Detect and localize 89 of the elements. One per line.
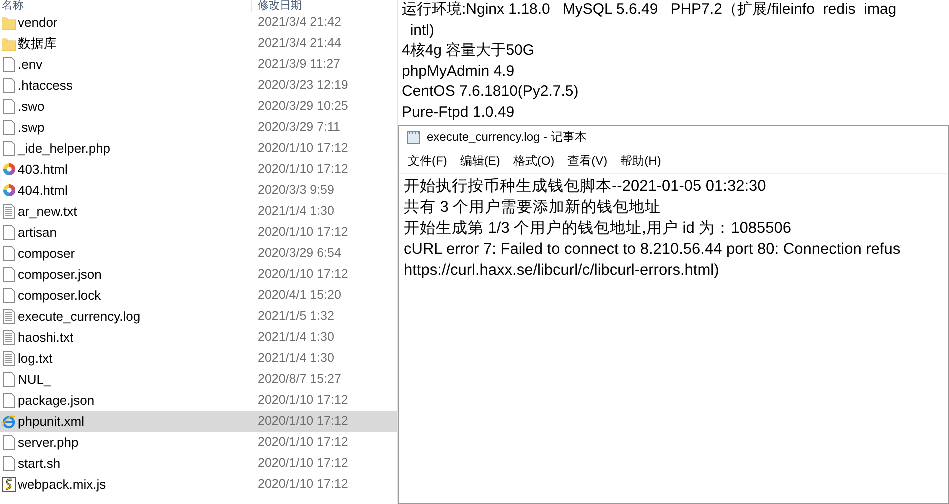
file-icon: [3, 141, 15, 156]
modified-date: 2020/8/7 15:27: [258, 371, 342, 388]
menu-item[interactable]: 格式(O): [508, 152, 560, 170]
modified-date: 2020/4/1 15:20: [258, 287, 342, 304]
modified-date: 2020/1/10 17:12: [258, 140, 348, 158]
file-name: ar_new.txt: [18, 202, 78, 221]
menu-item[interactable]: 文件(F): [403, 152, 452, 170]
file-row[interactable]: phpunit.xml 2020/1/10 17:12: [0, 411, 397, 432]
file-name: _ide_helper.php: [18, 140, 112, 158]
text-file-icon: [3, 309, 15, 324]
modified-date: 2020/1/10 17:12: [258, 413, 348, 430]
file-icon: [3, 78, 15, 93]
file-name: .swo: [18, 98, 46, 116]
file-name: server.php: [18, 434, 80, 452]
file-icon: [3, 120, 15, 135]
window-title: execute_currency.log - 记事本: [427, 129, 587, 146]
file-name: composer.json: [18, 266, 103, 284]
file-name: .htaccess: [18, 76, 74, 95]
file-icon: [3, 435, 15, 450]
file-name: phpunit.xml: [18, 412, 86, 431]
file-name: artisan: [18, 224, 58, 242]
file-name: .swp: [18, 118, 46, 137]
folder-icon: [2, 16, 16, 30]
file-icon: [3, 456, 15, 471]
modified-date: 2021/3/4 21:44: [258, 35, 342, 52]
file-icon: [3, 372, 15, 387]
modified-date: 2020/1/10 17:12: [258, 434, 348, 452]
modified-date: 2021/1/5 1:32: [258, 308, 334, 326]
file-name: composer: [18, 244, 76, 263]
modified-date: 2020/1/10 17:12: [258, 455, 348, 472]
file-name: 数据库: [18, 34, 58, 53]
text-file-icon: [3, 351, 15, 366]
file-name: composer.lock: [18, 286, 102, 305]
file-icon: [3, 225, 15, 240]
modified-date: 2020/3/29 6:54: [258, 245, 342, 262]
file-name: vendor: [18, 14, 59, 32]
modified-date: 2020/1/10 17:12: [258, 392, 348, 410]
file-name: start.sh: [18, 454, 62, 473]
file-name: log.txt: [18, 350, 54, 368]
file-name: webpack.mix.js: [18, 476, 108, 494]
menu-item[interactable]: 帮助(H): [616, 152, 666, 170]
menu-item[interactable]: 查看(V): [562, 152, 613, 170]
note-line: 运行环境:Nginx 1.18.0 MySQL 5.6.49 PHP7.2（扩展/fileinfo redis imag: [402, 0, 898, 20]
modified-date: 2020/1/10 17:12: [258, 266, 348, 284]
modified-date: 2021/3/4 21:42: [258, 14, 342, 32]
file-name: execute_currency.log: [18, 308, 142, 326]
modified-date: 2020/1/10 17:12: [258, 476, 348, 494]
note-line: Pure-Ftpd 1.0.49: [402, 102, 516, 122]
colorful-circle-icon: [2, 184, 16, 197]
file-icon: [3, 288, 15, 303]
note-line: 4核4g 容量大于50G: [402, 41, 536, 61]
text-line: 共有 3 个用户需要添加新的钱包地址: [404, 198, 662, 218]
file-icon: [3, 393, 15, 408]
text-file-icon: [3, 330, 15, 345]
file-name: .env: [18, 56, 44, 74]
folder-icon: [2, 36, 16, 50]
file-icon: [3, 57, 15, 72]
note-line: intl): [409, 20, 436, 40]
file-name: 404.html: [18, 182, 69, 200]
modified-date: 2020/3/29 7:11: [258, 119, 340, 136]
modified-date: 2020/1/10 17:12: [258, 224, 348, 242]
modified-date: 2021/1/4 1:30: [258, 203, 334, 220]
modified-date: 2021/1/4 1:30: [258, 350, 334, 368]
text-line: https://curl.haxx.se/libcurl/c/libcurl-errors.html): [404, 261, 720, 281]
file-icon: [3, 246, 15, 261]
file-name: haoshi.txt: [18, 328, 75, 347]
file-name: 403.html: [18, 160, 69, 179]
column-header[interactable]: 修改日期: [252, 0, 302, 12]
modified-date: 2021/1/4 1:30: [258, 329, 334, 346]
browser-icon: [2, 414, 16, 428]
menu-item[interactable]: 编辑(E): [455, 152, 506, 170]
file-name: package.json: [18, 392, 96, 410]
script-file-icon: [2, 477, 16, 492]
note-line: CentOS 7.6.1810(Py2.7.5): [402, 82, 580, 102]
text-line: 开始执行按币种生成钱包脚本--2021-01-05 01:32:30: [404, 177, 768, 197]
modified-date: 2021/3/9 11:27: [258, 56, 340, 74]
colorful-circle-icon: [2, 163, 16, 176]
note-line: phpMyAdmin 4.9: [402, 62, 516, 82]
modified-date: 2020/3/29 10:25: [258, 98, 348, 116]
modified-date: 2020/3/23 12:19: [258, 77, 348, 94]
text-line: 开始生成第 1/3 个用户的钱包地址,用户 id 为：1085506: [404, 219, 792, 239]
modified-date: 2020/1/10 17:12: [258, 161, 348, 178]
notepad-icon: [407, 130, 421, 144]
file-icon: [3, 267, 15, 282]
file-name: NUL_: [18, 370, 52, 389]
modified-date: 2020/3/3 9:59: [258, 182, 334, 200]
file-icon: [3, 99, 15, 114]
text-file-icon: [3, 204, 15, 219]
text-line: cURL error 7: Failed to connect to 8.210.56.44 port 80: Connection refus: [404, 240, 902, 260]
